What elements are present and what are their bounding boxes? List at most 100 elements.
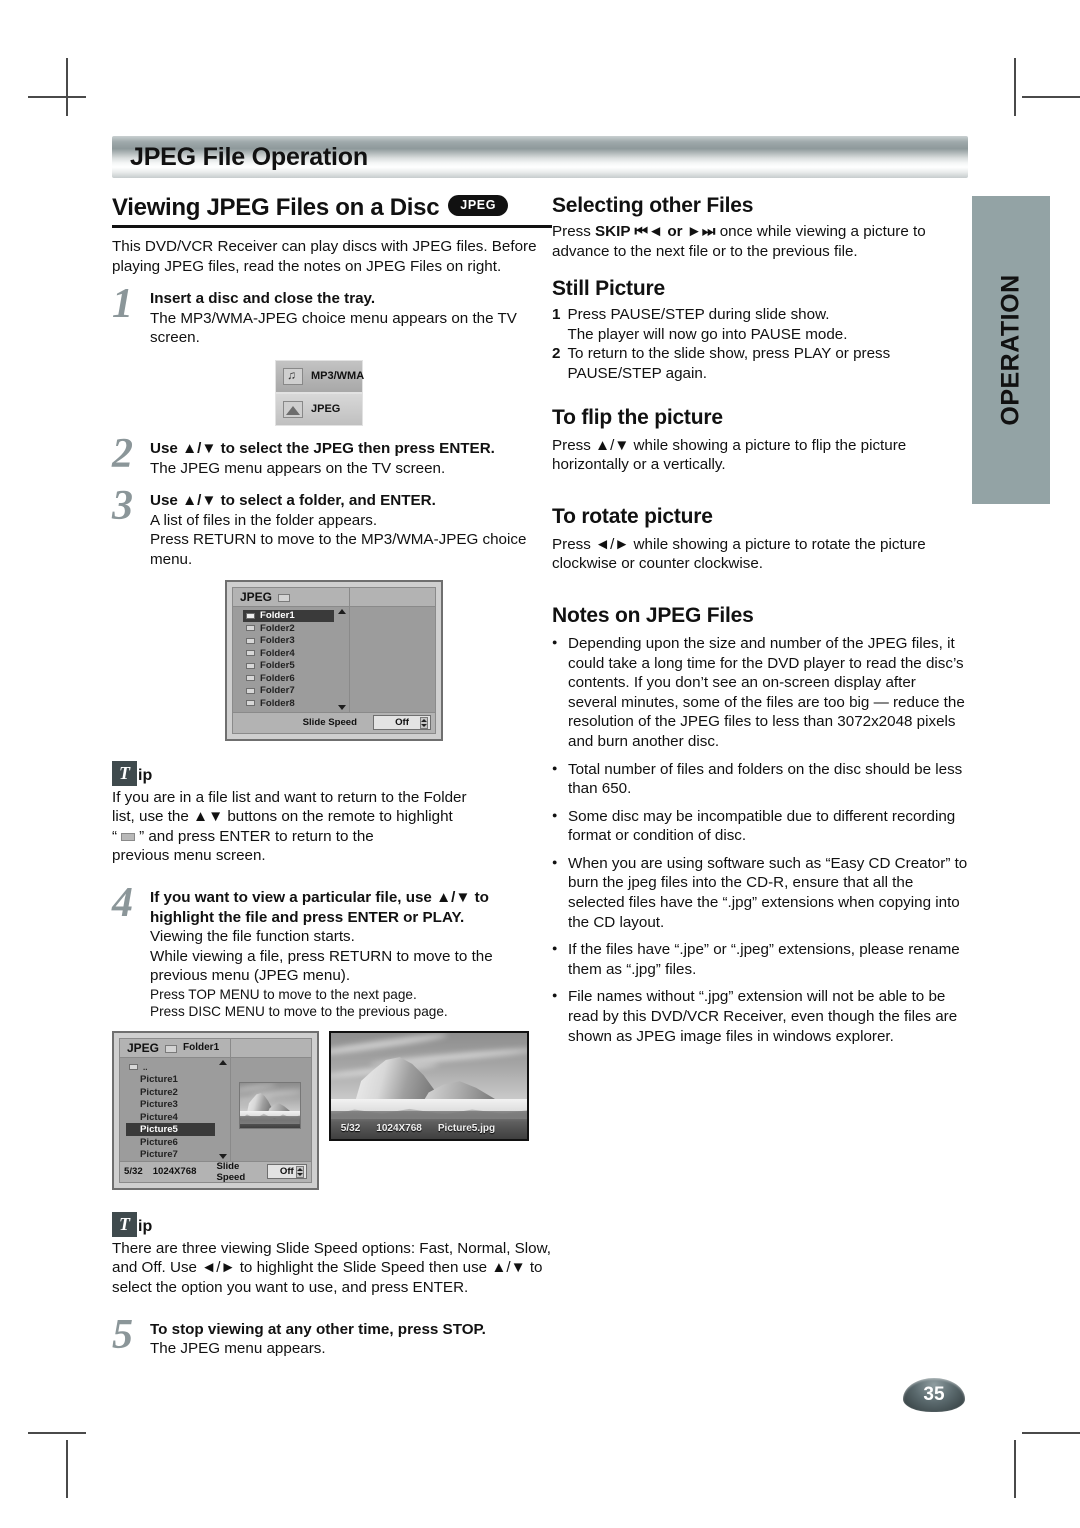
section-rotate-picture: To rotate picture Press ◄/► while showin…: [552, 505, 968, 574]
list-item-label: Picture2: [140, 1086, 178, 1098]
step-1-text: The MP3/WMA-JPEG choice menu appears on …: [150, 309, 517, 347]
osd-choice-row-mp3wma[interactable]: MP3/WMA: [275, 359, 364, 393]
osd-file-preview-pane: [231, 1058, 311, 1161]
list-item[interactable]: Folder8: [243, 697, 349, 710]
note-item: Total number of files and folders on the…: [552, 758, 968, 799]
still-picture-steps: 1 Press PAUSE/STEP during slide show. Th…: [552, 305, 968, 383]
step-1-number: 1: [112, 281, 133, 328]
list-item[interactable]: Folder5: [243, 660, 349, 673]
section-notes-on-jpeg-files: Notes on JPEG Files Depending upon the s…: [552, 604, 968, 1046]
section-tab-operation: OPERATION: [972, 196, 1050, 504]
tip-1-header: T ip: [112, 760, 552, 786]
scroll-down-arrow-icon[interactable]: [338, 704, 347, 710]
still-picture-step-1-text: Press PAUSE/STEP during slide show. The …: [567, 306, 848, 343]
list-item[interactable]: Folder7: [243, 685, 349, 698]
scroll-up-arrow-icon[interactable]: [338, 608, 347, 614]
step-4: 4 If you want to view a particular file,…: [112, 882, 552, 1021]
notes-list: Depending upon the size and number of th…: [552, 633, 968, 1046]
list-item[interactable]: Folder1: [243, 609, 335, 623]
step-2-title: Use ▲/▼ to select the JPEG then press EN…: [150, 439, 495, 457]
tip-2-body: There are three viewing Slide Speed opti…: [112, 1239, 551, 1297]
step-1: 1 Insert a disc and close the tray. The …: [112, 283, 552, 348]
list-item[interactable]: Picture3: [126, 1098, 230, 1111]
scroll-up-arrow-icon[interactable]: [218, 1059, 227, 1065]
osd-folder-list[interactable]: Folder1 Folder2 Folder3 Folder4 Folder5 …: [233, 606, 351, 712]
list-item-label: Folder1: [260, 610, 295, 622]
step-3-title: Use ▲/▼ to select a folder, and ENTER.: [150, 492, 436, 510]
list-item[interactable]: Folder2: [243, 622, 349, 635]
section-heading-text: Viewing JPEG Files on a Disc: [112, 194, 440, 221]
slide-speed-stepper[interactable]: Off: [373, 715, 431, 731]
stepper-arrows-icon[interactable]: [420, 717, 428, 730]
list-item[interactable]: Folder6: [243, 672, 349, 685]
section-heading-selecting-other-files: Selecting other Files: [552, 194, 754, 217]
osd-choice-row-jpeg[interactable]: JPEG: [275, 392, 363, 426]
folder-icon: [246, 675, 255, 682]
crop-mark-top-left-horizontal: [28, 96, 86, 98]
list-item[interactable]: Folder4: [243, 647, 349, 660]
osd-file-resolution: 1024X768: [152, 1166, 197, 1178]
left-column: Viewing JPEG Files on a Disc JPEG This D…: [112, 194, 552, 1359]
skip-arrows-icon: ⏮◄ or ►⏭: [630, 223, 720, 240]
step-3: 3 Use ▲/▼ to select a folder, and ENTER.…: [112, 485, 552, 569]
step-5-text: The JPEG menu appears.: [150, 1340, 326, 1358]
list-item[interactable]: Folder3: [243, 635, 349, 648]
crop-mark-bottom-left-horizontal: [28, 1432, 86, 1434]
osd-file-index: 5/32: [124, 1166, 143, 1178]
step-2: 2 Use ▲/▼ to select the JPEG then press …: [112, 433, 552, 478]
selecting-body-pre: Press: [552, 223, 596, 240]
osd-file-browser: JPEG Folder1 .. Picture1 Picture2 Pictur…: [112, 1030, 319, 1190]
section-selecting-other-files: Selecting other Files Press SKIP ⏮◄ or ►…: [552, 194, 968, 261]
section-still-picture: Still Picture 1 Press PAUSE/STEP during …: [552, 277, 968, 383]
list-item[interactable]: Picture6: [126, 1136, 230, 1149]
list-item-label: Picture7: [140, 1149, 178, 1161]
osd-pair: JPEG Folder1 .. Picture1 Picture2 Pictur…: [112, 1030, 552, 1190]
tip-1-body: If you are in a file list and want to re…: [112, 788, 552, 866]
tip-1-line3-post: ” and press ENTER to return to the: [139, 827, 374, 845]
picture-icon: [283, 400, 303, 418]
step-4-extra-1: Press TOP MENU to move to the next page.: [150, 986, 417, 1002]
list-item[interactable]: Picture5: [126, 1123, 216, 1136]
section-tab-label: OPERATION: [996, 274, 1025, 426]
chapter-banner-title: JPEG File Operation: [130, 142, 368, 171]
osd-file-title: JPEG: [127, 1040, 160, 1055]
tip-icon: T: [112, 760, 137, 786]
chapter-banner: JPEG File Operation: [112, 136, 968, 178]
scrollbar[interactable]: [218, 1059, 227, 1159]
folder-icon: [278, 593, 291, 602]
list-item-label: Folder2: [260, 622, 295, 634]
list-item-label: Folder7: [260, 685, 295, 697]
tip-block-2: T ip There are three viewing Slide Speed…: [112, 1211, 552, 1298]
osd-fullscreen-photo: 5/32 1024X768 Picture5.jpg: [329, 1030, 529, 1141]
list-item-label: Folder5: [260, 660, 295, 672]
step-4-title: If you want to view a particular file, u…: [150, 888, 489, 926]
step-2-number: 2: [112, 430, 133, 477]
step-5: 5 To stop viewing at any other time, pre…: [112, 1314, 552, 1359]
list-item[interactable]: Picture7: [126, 1148, 230, 1161]
step-4-number: 4: [112, 879, 133, 926]
osd-folder-statusbar: Slide Speed Off: [232, 712, 436, 734]
list-item[interactable]: Picture1: [126, 1073, 230, 1086]
scrollbar[interactable]: [338, 608, 347, 710]
music-note-icon: [283, 367, 303, 385]
list-item-label: Picture6: [140, 1136, 178, 1148]
tip-block-1: T ip If you are in a file list and want …: [112, 760, 552, 866]
step-4-text: Viewing the file function starts. While …: [150, 928, 493, 985]
list-item[interactable]: Picture2: [126, 1086, 230, 1099]
osd-file-list[interactable]: .. Picture1 Picture2 Picture3 Picture4 P…: [120, 1057, 231, 1161]
intro-paragraph: This DVD/VCR Receiver can play discs wit…: [112, 238, 537, 275]
list-item-label: Picture5: [140, 1124, 178, 1136]
list-item[interactable]: Picture4: [126, 1111, 230, 1124]
slide-speed-stepper[interactable]: Off: [266, 1164, 307, 1180]
section-heading-rotate-picture: To rotate picture: [552, 504, 713, 528]
slide-speed-value: Off: [395, 717, 409, 729]
section-heading-viewing-jpeg: Viewing JPEG Files on a Disc JPEG: [112, 194, 552, 228]
osd-choice-label-jpeg: JPEG: [311, 403, 341, 416]
list-item-label: Picture1: [140, 1074, 178, 1086]
rotate-picture-body: Press ◄/► while showing a picture to rot…: [552, 535, 926, 573]
scroll-down-arrow-icon[interactable]: [218, 1153, 227, 1159]
list-item-parent[interactable]: ..: [126, 1061, 230, 1074]
stepper-arrows-icon[interactable]: [296, 1166, 304, 1179]
list-item-label: Folder8: [260, 697, 295, 709]
tip-1-line1: If you are in a file list and want to re…: [112, 788, 467, 806]
